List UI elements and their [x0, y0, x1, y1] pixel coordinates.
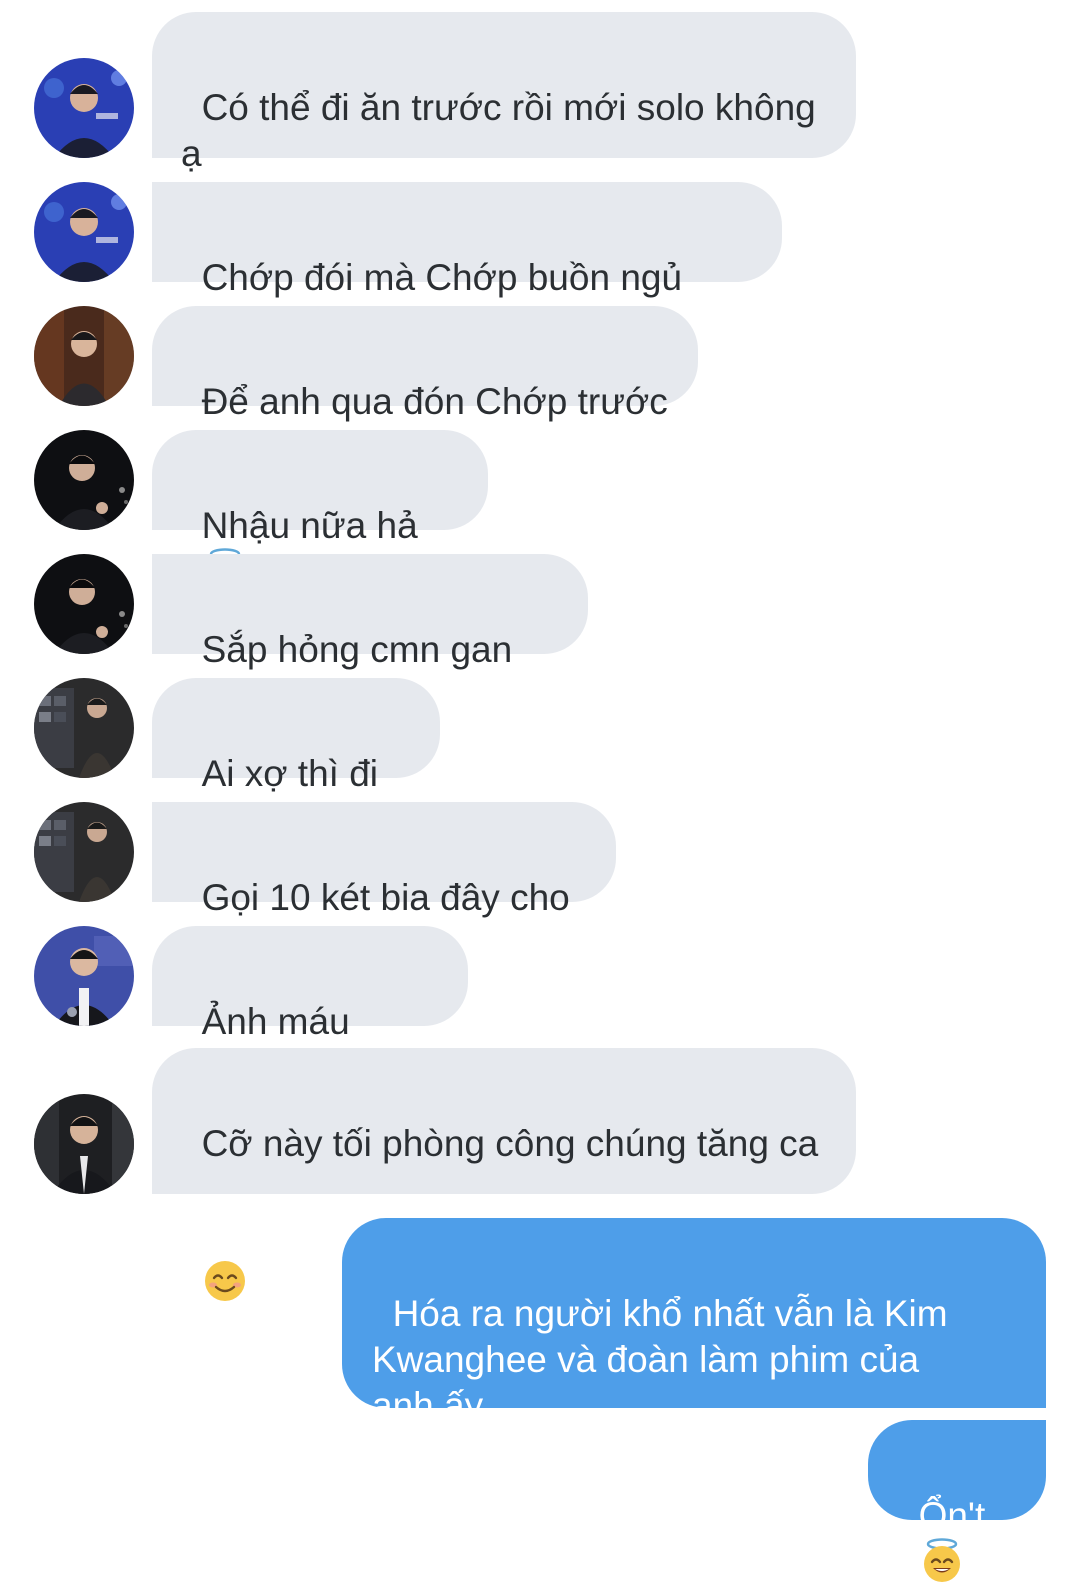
avatar-shop-suit[interactable]: [34, 802, 134, 902]
message-text: Nhậu nữa hả: [201, 505, 418, 546]
avatar-dark-portrait[interactable]: [34, 430, 134, 530]
avatar-shop-suit[interactable]: [34, 678, 134, 778]
message-bubble[interactable]: Ai xợ thì đi về: [152, 678, 440, 840]
message-bubble[interactable]: Sắp hỏng cmn gan rồi: [152, 554, 588, 716]
message-bubble[interactable]: Có thể đi ăn trước rồi mới solo không ạ: [152, 12, 856, 174]
message-bubble[interactable]: Gọi 10 két bia đây cho t: [152, 802, 616, 964]
smiling-face-with-halo-icon: [919, 1538, 965, 1584]
outgoing-message-bubble[interactable]: Hóa ra người khổ nhất vẫn là Kim Kwanghe…: [342, 1218, 1046, 1426]
message-text: Cỡ này tối phòng công chúng tăng ca: [201, 1123, 819, 1164]
avatar-suit-dark[interactable]: [34, 1094, 134, 1194]
message-bubble[interactable]: Nhậu nữa hả: [152, 430, 488, 530]
avatar-brown-suit[interactable]: [34, 306, 134, 406]
message-text: Để anh qua đón Chớp trước: [201, 381, 668, 422]
outgoing-message-bubble[interactable]: Ổn't: [868, 1420, 1046, 1520]
message-bubble[interactable]: Để anh qua đón Chớp trước: [152, 306, 698, 422]
avatar-blue-stage[interactable]: [34, 182, 134, 282]
message-bubble[interactable]: Chớp đói mà Chớp buồn ngủ nữa: [152, 182, 782, 344]
smiling-face-with-smiling-eyes-icon: [202, 1258, 248, 1304]
message-text: Ổn't: [918, 1495, 986, 1536]
message-bubble[interactable]: Ảnh máu chiến: [152, 926, 468, 1088]
message-text: Hóa ra người khổ nhất vẫn là Kim Kwanghe…: [372, 1293, 948, 1426]
message-text: Có thể đi ăn trước rồi mới solo không ạ: [181, 87, 816, 174]
avatar-blue-stage[interactable]: [34, 58, 134, 158]
avatar-dark-portrait[interactable]: [34, 554, 134, 654]
avatar-event-mic[interactable]: [34, 926, 134, 1026]
message-bubble[interactable]: Cỡ này tối phòng công chúng tăng ca: [152, 1048, 856, 1194]
